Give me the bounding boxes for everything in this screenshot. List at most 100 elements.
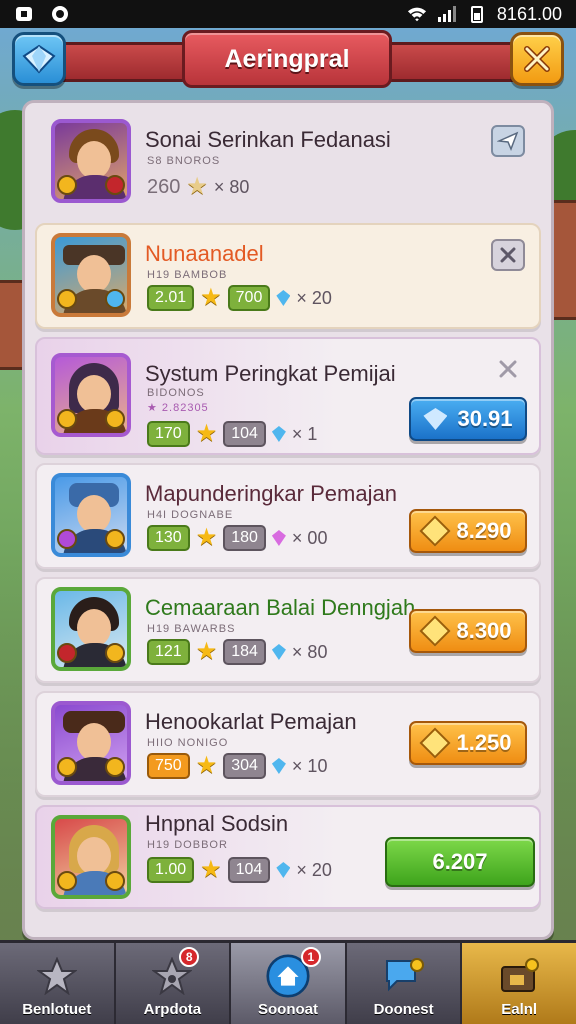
- battery-icon: [470, 6, 483, 23]
- chat-icon: [385, 958, 424, 992]
- multiplier: × 20: [296, 287, 332, 308]
- buy-button[interactable]: 8.290: [409, 509, 527, 553]
- list-item[interactable]: Mapunderingkar Pemajan H4I DOGNABE 130 ★…: [35, 463, 541, 569]
- nav-label: Benlotuet: [22, 1001, 92, 1018]
- notification-badge: 1: [300, 947, 321, 967]
- gem-icon: [276, 290, 291, 306]
- nav-label: Ealnl: [501, 1001, 538, 1018]
- player-subtitle: H19 BAMBOB: [147, 269, 228, 281]
- player-name: Henookarlat Pemajan: [145, 709, 357, 734]
- star-icon: [36, 957, 77, 995]
- player-name: Nunaanadel: [145, 241, 264, 266]
- gem-icon: [271, 530, 286, 546]
- multiplier: × 80: [213, 176, 250, 197]
- nav-label: Soonoat: [257, 1001, 318, 1018]
- star-icon: ★: [195, 420, 218, 447]
- send-icon: [497, 131, 519, 151]
- star-icon: ★: [195, 524, 218, 551]
- avatar: [51, 473, 131, 557]
- rank-badge-icon: [57, 643, 77, 663]
- diamond-shop-button[interactable]: [12, 32, 66, 86]
- player-name: Cemaaraan Balai Denngjah: [145, 595, 416, 620]
- list-item[interactable]: Cemaaraan Balai Denngjah H19 BAWARBS 121…: [35, 577, 541, 683]
- buy-button[interactable]: 6.207: [385, 837, 535, 887]
- level-pill: 130: [147, 525, 190, 551]
- price-label: 6.207: [432, 849, 488, 874]
- score-pill: 104: [223, 421, 266, 447]
- gem-icon: [271, 644, 286, 660]
- signal-icon: [437, 6, 456, 22]
- score-pill: 180: [223, 525, 266, 551]
- gold-icon: [419, 515, 452, 547]
- level-pill: 170: [147, 421, 190, 447]
- player-stats: 130 ★ 180 × 00: [147, 525, 327, 551]
- player-name: Mapunderingkar Pemajan: [145, 481, 397, 506]
- player-subtitle: HIIO NONIGO: [147, 737, 229, 749]
- list-item[interactable]: Systum Peringkat Pemijai BIDONOS ★ 2.823…: [35, 337, 541, 455]
- level-pill: 121: [147, 639, 190, 665]
- player-subtitle: H4I DOGNABE: [147, 509, 234, 521]
- avatar: [51, 701, 131, 785]
- rank-badge-icon: [57, 529, 77, 549]
- player-name: Hnpnal Sodsin: [145, 811, 289, 836]
- gold-icon: [419, 727, 452, 759]
- notification-icon: [16, 7, 32, 21]
- player-name: Sonai Serinkan Fedanasi: [145, 127, 391, 152]
- ranking-panel: Sonai Serinkan Fedanasi S8 BNOROS 260 ★ …: [22, 100, 554, 940]
- list-item[interactable]: Nunaanadel H19 BAMBOB 2.01 ★ 700 × 20: [35, 223, 541, 329]
- shop-icon: [501, 958, 540, 992]
- nav-item-3[interactable]: Doonest: [347, 943, 463, 1024]
- remove-button[interactable]: [491, 125, 525, 157]
- list-item[interactable]: Sonai Serinkan Fedanasi S8 BNOROS 260 ★ …: [35, 109, 541, 215]
- multiplier: × 80: [291, 641, 328, 662]
- wifi-icon: [407, 7, 427, 22]
- rank-badge-icon: [105, 289, 125, 309]
- rank-badge-icon: [57, 871, 77, 891]
- close-icon: [524, 46, 550, 72]
- avatar: [51, 815, 131, 899]
- nav-item-1[interactable]: 8 Arpdota: [116, 943, 232, 1024]
- avatar: [51, 233, 131, 317]
- buy-button[interactable]: 8.300: [409, 609, 527, 653]
- price-label: 8.290: [456, 518, 512, 543]
- diamond-icon: [423, 408, 448, 430]
- rank-badge-icon: [57, 175, 77, 195]
- rank-badge-icon: [57, 289, 77, 309]
- player-subtitle: BIDONOS: [147, 387, 205, 399]
- price-label: 8.300: [456, 618, 512, 643]
- gold-icon: [419, 615, 452, 647]
- gem-icon: [271, 426, 286, 442]
- close-button[interactable]: [510, 32, 564, 86]
- avatar: [51, 353, 131, 437]
- avatar: [51, 587, 131, 671]
- rank-badge-icon: [105, 871, 125, 891]
- score-pill: 104: [227, 857, 271, 883]
- buy-button[interactable]: 30.91: [409, 397, 527, 441]
- list-item[interactable]: Henookarlat Pemajan HIIO NONIGO 750 ★ 30…: [35, 691, 541, 797]
- price-label: 30.91: [457, 406, 513, 431]
- notification-badge: 8: [179, 947, 200, 967]
- nav-item-4[interactable]: Ealnl: [462, 943, 576, 1024]
- player-stats: 121 ★ 184 × 80: [147, 639, 327, 665]
- rank-badge-icon: [57, 409, 77, 429]
- diamond-icon: [22, 44, 56, 74]
- multiplier: × 00: [291, 527, 328, 548]
- gem-icon: [271, 758, 286, 774]
- player-stats: 260 ★ × 80: [147, 175, 249, 199]
- status-bar: 8161.00: [0, 0, 576, 28]
- nav-item-0[interactable]: Benlotuet: [0, 943, 116, 1024]
- rank-badge-icon: [105, 409, 125, 429]
- remove-button[interactable]: [491, 353, 525, 385]
- level-pill: 2.01: [147, 285, 195, 311]
- rank-badge-icon: [105, 757, 125, 777]
- star-icon: ★: [195, 638, 218, 665]
- rank-badge-icon: [105, 529, 125, 549]
- list-item[interactable]: Hnpnal Sodsin H19 DOBBOR 1.00 ★ 104 × 20…: [35, 805, 541, 909]
- player-stats: 1.00 ★ 104 × 20: [147, 857, 332, 883]
- buy-button[interactable]: 1.250: [409, 721, 527, 765]
- player-subtitle: H19 BAWARBS: [147, 623, 236, 635]
- remove-button[interactable]: [491, 239, 525, 271]
- star-icon: ★: [195, 752, 218, 779]
- rank-badge-icon: [57, 757, 77, 777]
- nav-item-2[interactable]: 1 Soonoat: [231, 943, 347, 1024]
